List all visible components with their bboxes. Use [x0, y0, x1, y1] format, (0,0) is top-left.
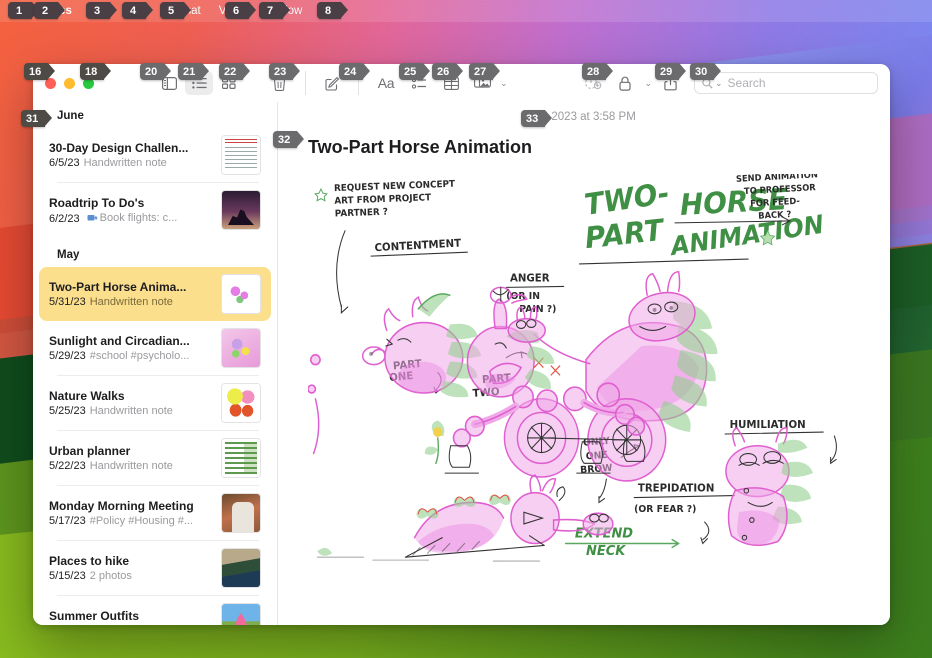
note-thumbnail: [221, 328, 261, 368]
svg-text:ART FROM PROJECT: ART FROM PROJECT: [334, 193, 432, 207]
month-header-may: May: [57, 249, 80, 261]
note-date: 6/2/23: [49, 212, 80, 225]
annotation-badge-4: 4: [122, 2, 153, 19]
annotation-badge-28: 28: [582, 63, 614, 80]
month-header-june: June: [57, 110, 84, 122]
svg-text:CONTENTMENT: CONTENTMENT: [374, 237, 462, 254]
note-thumbnail: [221, 190, 261, 230]
svg-text:HUMILIATION: HUMILIATION: [730, 419, 806, 431]
annotation-badge-16: 16: [24, 63, 56, 80]
list-item[interactable]: Places to hike 5/15/23 2 photos: [39, 541, 271, 595]
note-title: Sunlight and Circadian...: [49, 334, 190, 348]
svg-text:REQUEST NEW CONCEPT: REQUEST NEW CONCEPT: [334, 179, 456, 194]
lock-chevron-down-icon[interactable]: ⌄: [644, 78, 652, 89]
svg-text:TREPIDATION: TREPIDATION: [638, 482, 714, 494]
annotation-badge-25: 25: [399, 63, 431, 80]
annotation-badge-2: 2: [34, 2, 65, 19]
list-item[interactable]: Summer Outfits 5/15/23: [39, 596, 271, 625]
note-date: 6/5/23: [49, 157, 80, 169]
annotation-badge-22: 22: [219, 63, 251, 80]
annotation-badge-31: 31: [21, 110, 53, 127]
annotation-badge-5: 5: [160, 2, 191, 19]
annotation-badge-3: 3: [86, 2, 117, 19]
lock-icon[interactable]: [611, 71, 639, 95]
svg-text:BACK ?: BACK ?: [758, 210, 792, 222]
annotation-badge-21: 21: [178, 63, 210, 80]
svg-text:(OR FEAR ?): (OR FEAR ?): [634, 504, 696, 515]
note-thumbnail: [221, 493, 261, 533]
list-item[interactable]: Roadtrip To Do's 6/2/23 Book flights: c.…: [39, 183, 271, 237]
note-preview: Book flights: c...: [99, 211, 178, 224]
list-item[interactable]: Urban planner 5/22/23 Handwritten note: [39, 431, 271, 485]
annotation-badge-1: 1: [8, 2, 39, 19]
list-item[interactable]: Monday Morning Meeting 5/17/23 #Policy #H…: [39, 486, 271, 540]
list-item[interactable]: Sunlight and Circadian... 5/29/23 #school…: [39, 321, 271, 375]
minimize-button[interactable]: [64, 77, 75, 89]
note-preview: Handwritten note: [89, 405, 173, 417]
note-timestamp: 31, 2023 at 3:58 PM: [532, 111, 636, 123]
note-title: 30-Day Design Challen...: [49, 141, 189, 155]
notes-window: Aa ⌄ ⌄ ⌄ Search June 30-Day Design Chall…: [33, 64, 890, 625]
annotation-badge-32: 32: [273, 131, 305, 148]
list-item[interactable]: Nature Walks 5/25/23 Handwritten note: [39, 376, 271, 430]
note-preview: 2 photos: [89, 570, 132, 582]
handwritten-drawing-canvas[interactable]: .hw{font-family:"DejaVu Sans",sans-serif…: [308, 174, 864, 565]
annotation-badge-24: 24: [339, 63, 371, 80]
annotation-badge-23: 23: [269, 63, 301, 80]
annotation-badge-27: 27: [469, 63, 501, 80]
annotation-badge-6: 6: [225, 2, 256, 19]
note-title: Summer Outfits: [49, 609, 140, 623]
note-date: 5/31/23: [49, 296, 86, 308]
note-thumbnail: [221, 438, 261, 478]
note-date: 5/22/23: [49, 460, 86, 472]
format-label: Aa: [377, 75, 395, 91]
annotation-badge-7: 7: [259, 2, 290, 19]
search-chevron-down-icon[interactable]: ⌄: [715, 78, 723, 89]
note-detail-pane[interactable]: 31, 2023 at 3:58 PM Two-Part Horse Anima…: [278, 102, 890, 625]
note-date: 5/17/23: [49, 515, 86, 527]
note-preview: Handwritten note: [83, 157, 167, 169]
search-input[interactable]: ⌄ Search: [694, 72, 878, 94]
annotation-badge-26: 26: [432, 63, 464, 80]
note-thumbnail: [221, 548, 261, 588]
svg-text:ANGER: ANGER: [510, 272, 550, 284]
svg-text:PAIN ?): PAIN ?): [519, 304, 556, 315]
list-item-selected[interactable]: Two-Part Horse Anima... 5/31/23 Handwritt…: [39, 267, 271, 321]
note-title: Monday Morning Meeting: [49, 499, 194, 513]
format-button[interactable]: Aa: [371, 71, 401, 95]
note-date: 5/29/23: [49, 350, 86, 362]
note-title: Two-Part Horse Anima...: [49, 280, 187, 294]
notes-list[interactable]: June 30-Day Design Challen... 6/5/23 Hand…: [33, 102, 278, 625]
note-preview: Handwritten note: [89, 460, 173, 472]
annotation-badge-8: 8: [317, 2, 348, 19]
svg-text:NECK: NECK: [586, 544, 627, 559]
note-thumbnail: [221, 383, 261, 423]
note-thumbnail: [221, 603, 261, 625]
note-title: Roadtrip To Do's: [49, 195, 145, 210]
note-date: 5/25/23: [49, 405, 86, 417]
search-placeholder: Search: [727, 76, 766, 90]
list-item[interactable]: 30-Day Design Challen... 6/5/23 Handwritt…: [39, 128, 271, 182]
svg-text:PARTNER ?: PARTNER ?: [335, 207, 388, 219]
annotation-badge-29: 29: [655, 63, 687, 80]
note-thumbnail: [221, 274, 261, 314]
note-preview: Handwritten note: [89, 296, 173, 308]
media-chevron-down-icon[interactable]: ⌄: [500, 78, 508, 89]
note-title: Nature Walks: [49, 389, 125, 403]
note-title: Places to hike: [49, 554, 130, 568]
page-title: Two-Part Horse Animation: [308, 137, 533, 157]
annotation-badge-30: 30: [690, 63, 722, 80]
note-thumbnail: [221, 135, 261, 175]
note-date: 5/15/23: [49, 570, 86, 582]
note-preview: #school #psycholo...: [89, 350, 190, 362]
svg-text:FOR FEED-: FOR FEED-: [750, 197, 801, 210]
checkbox-icon: [87, 214, 98, 220]
annotation-badge-18: 18: [80, 63, 112, 80]
note-preview: #Policy #Housing #...: [89, 515, 194, 527]
annotation-badge-20: 20: [140, 63, 172, 80]
annotation-badge-33: 33: [521, 110, 553, 127]
drawing-svg: .hw{font-family:"DejaVu Sans",sans-serif…: [308, 174, 837, 562]
note-title: Urban planner: [49, 444, 131, 458]
